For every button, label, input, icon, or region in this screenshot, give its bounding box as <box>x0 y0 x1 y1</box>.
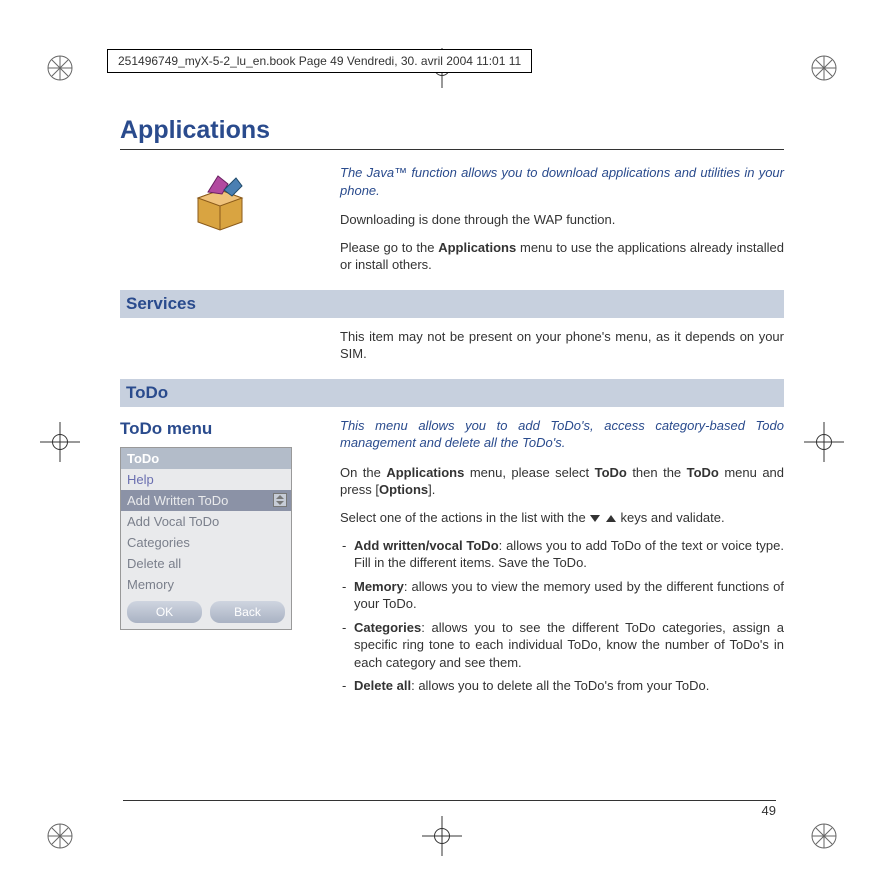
text: keys and validate. <box>617 510 725 525</box>
text: Please go to the <box>340 240 438 255</box>
phone-row: Add Vocal ToDo <box>121 511 291 532</box>
intro-goto: Please go to the Applications menu to us… <box>340 239 784 274</box>
title-rule <box>120 149 784 150</box>
services-body: This item may not be present on your pho… <box>340 328 784 363</box>
todo-bullet-list: Add written/vocal ToDo: allows you to ad… <box>340 537 784 695</box>
crop-mark-icon <box>30 412 90 472</box>
section-services-heading: Services <box>120 290 784 318</box>
list-item: Memory: allows you to view the memory us… <box>340 578 784 613</box>
phone-row: Help <box>121 469 291 490</box>
scroll-indicator-icon <box>273 493 287 507</box>
text: Select one of the actions in the list wi… <box>340 510 589 525</box>
text-bold: Applications <box>386 465 464 480</box>
page-number: 49 <box>123 800 776 818</box>
page-title: Applications <box>120 116 784 145</box>
softkey-back: Back <box>210 601 285 623</box>
phone-row: Memory <box>121 574 291 595</box>
intro-italic: The Java™ function allows you to downloa… <box>340 164 784 199</box>
text-bold: ToDo <box>687 465 719 480</box>
text-bold: ToDo <box>595 465 627 480</box>
text-bold: Applications <box>438 240 516 255</box>
text-bold: Delete all <box>354 678 411 693</box>
page-body: Applications The Java™ function allows y… <box>120 100 784 701</box>
phone-row-selected: Add Written ToDo <box>121 490 291 511</box>
phone-titlebar: ToDo <box>121 448 291 469</box>
todo-intro-italic: This menu allows you to add ToDo's, acce… <box>340 417 784 452</box>
text: ]. <box>428 482 435 497</box>
registration-mark-icon <box>794 806 854 866</box>
todo-path-paragraph: On the Applications menu, please select … <box>340 464 784 499</box>
text-bold: Add written/vocal ToDo <box>354 538 499 553</box>
section-todo-heading: ToDo <box>120 379 784 407</box>
phone-row: Categories <box>121 532 291 553</box>
registration-mark-icon <box>794 38 854 98</box>
list-item: Categories: allows you to see the differ… <box>340 619 784 672</box>
todo-menu-heading: ToDo menu <box>120 419 320 439</box>
text: menu, please select <box>464 465 594 480</box>
list-item: Delete all: allows you to delete all the… <box>340 677 784 695</box>
text-bold: Categories <box>354 620 421 635</box>
text: : allows you to view the memory used by … <box>354 579 784 612</box>
registration-mark-icon <box>30 38 90 98</box>
todo-select-paragraph: Select one of the actions in the list wi… <box>340 509 784 527</box>
applications-box-icon <box>188 170 252 234</box>
text-bold: Memory <box>354 579 404 594</box>
phone-row: Delete all <box>121 553 291 574</box>
text: On the <box>340 465 386 480</box>
arrow-down-icon <box>590 515 600 522</box>
list-item: Add written/vocal ToDo: allows you to ad… <box>340 537 784 572</box>
phone-screenshot: ToDo Help Add Written ToDo Add Vocal ToD… <box>120 447 292 630</box>
registration-mark-icon <box>30 806 90 866</box>
softkey-ok: OK <box>127 601 202 623</box>
text: : allows you to delete all the ToDo's fr… <box>411 678 709 693</box>
text: then the <box>627 465 687 480</box>
text-bold: Options <box>379 482 428 497</box>
print-header-line: 251496749_myX-5-2_lu_en.book Page 49 Ven… <box>107 49 532 73</box>
phone-row-label: Add Written ToDo <box>127 493 228 508</box>
arrow-up-icon <box>606 515 616 522</box>
intro-download: Downloading is done through the WAP func… <box>340 211 784 229</box>
crop-mark-icon <box>794 412 854 472</box>
